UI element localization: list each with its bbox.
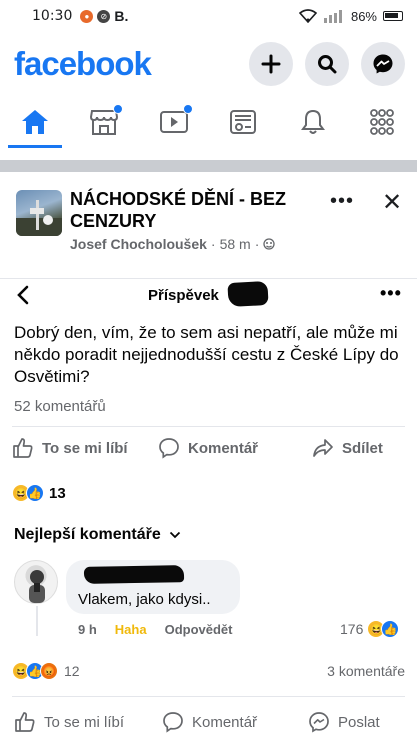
comment-reaction-count: 176 <box>340 621 364 637</box>
comment-label: Komentář <box>188 439 259 457</box>
feeds-icon <box>230 110 257 134</box>
post-meta: Josef Chocholoušek · 58 m · <box>70 236 276 252</box>
share-label: Sdílet <box>342 439 383 457</box>
post-reactions[interactable]: 😆 👍 13 <box>12 484 66 502</box>
feed-divider <box>0 160 417 172</box>
hide-post-close-icon[interactable]: ✕ <box>382 188 402 217</box>
messenger-icon <box>373 54 393 74</box>
grid-menu-icon <box>370 109 395 135</box>
post-options-icon[interactable]: ••• <box>330 190 354 213</box>
top-comments-label: Nejlepší komentáře <box>14 526 161 543</box>
comment-icon <box>163 712 183 733</box>
post-bar-more-icon[interactable]: ••• <box>380 283 402 304</box>
plus-icon <box>261 54 281 74</box>
messenger-button[interactable] <box>361 42 405 86</box>
privacy-group-icon <box>263 238 276 250</box>
blocked-icon: ⊘ <box>97 9 111 23</box>
tab-home[interactable] <box>0 96 70 148</box>
comment-meta: 9 h Haha Odpovědět <box>78 622 233 637</box>
wifi-icon <box>298 9 317 23</box>
create-button[interactable] <box>249 42 293 86</box>
battery-icon <box>383 11 403 21</box>
header-buttons <box>249 42 405 86</box>
meta-separator: · <box>210 236 216 252</box>
share-button[interactable]: Sdílet <box>312 437 383 459</box>
status-notification-icons: ● ⊘ B. <box>80 8 128 24</box>
divider <box>12 426 405 427</box>
post-text: Dobrý den, vím, že to sem asi nepatří, a… <box>14 323 399 386</box>
bottom-comment-label: Komentář <box>192 713 258 731</box>
app-notification-icon: ● <box>80 9 94 23</box>
tab-marketplace[interactable] <box>70 96 140 148</box>
group-photo-icon <box>16 200 62 236</box>
angry-reaction-icon: 😡 <box>40 662 58 680</box>
messenger-icon <box>309 712 329 733</box>
like-reaction-icon: 👍 <box>381 620 400 638</box>
post-actions: To se mi líbí Komentář Sdílet <box>0 430 417 466</box>
post-author[interactable]: Josef Chocholoušek <box>70 236 207 252</box>
tab-video[interactable] <box>139 96 209 148</box>
divider <box>12 696 405 697</box>
send-label: Poslat <box>338 713 380 731</box>
comment-text: Vlakem, jako kdysi.. <box>78 591 211 608</box>
post-navigation-bar: Příspěvek ••• <box>0 278 417 310</box>
comment-icon <box>159 438 179 459</box>
signal-icon <box>323 9 342 23</box>
status-right: 86% <box>298 8 403 24</box>
post-time[interactable]: 58 m <box>220 236 251 252</box>
like-button[interactable]: To se mi líbí <box>12 437 128 459</box>
bell-icon <box>300 109 325 134</box>
thread-line <box>36 606 38 636</box>
comment-haha-button[interactable]: Haha <box>115 622 147 637</box>
comment-sort-dropdown[interactable]: Nejlepší komentáře <box>14 526 181 544</box>
like-reaction-icon: 👍 <box>26 484 44 502</box>
comment-button[interactable]: Komentář <box>158 437 258 459</box>
marketplace-badge <box>113 104 123 114</box>
bottom-like-button[interactable]: To se mi líbí <box>14 711 124 733</box>
group-header: NÁCHODSKÉ DĚNÍ - BEZ CENZURY Josef Choch… <box>0 184 417 264</box>
send-button[interactable]: Poslat <box>308 711 380 733</box>
comment-time: 9 h <box>78 622 97 637</box>
meta-separator: · <box>254 236 260 252</box>
commenter-avatar[interactable] <box>14 560 58 604</box>
thumbs-up-icon <box>15 712 35 732</box>
home-icon <box>21 110 48 134</box>
redaction-mark <box>227 280 269 308</box>
group-avatar[interactable] <box>16 190 62 236</box>
facebook-logo[interactable]: facebook <box>14 45 152 83</box>
comment-count[interactable]: 52 komentářů <box>14 398 106 415</box>
replies-count[interactable]: 3 komentáře <box>327 663 405 679</box>
status-time: 10:30 <box>32 8 73 24</box>
tab-notifications[interactable] <box>278 96 348 148</box>
main-tab-bar <box>0 96 417 148</box>
comment-reactions[interactable]: 176 😆 👍 <box>340 620 400 638</box>
bottom-comment-button[interactable]: Komentář <box>162 711 257 733</box>
group-name[interactable]: NÁCHODSKÉ DĚNÍ - BEZ CENZURY <box>70 188 310 232</box>
bottom-post-actions: To se mi líbí Komentář Poslat <box>0 704 417 740</box>
comment-bubble[interactable]: Vlakem, jako kdysi.. <box>66 560 240 614</box>
back-icon[interactable] <box>16 284 30 306</box>
like-label: To se mi líbí <box>42 439 128 457</box>
comment-reply-button[interactable]: Odpovědět <box>165 622 233 637</box>
redacted-commenter-name <box>83 565 185 584</box>
share-icon <box>313 439 333 457</box>
reaction-count: 13 <box>49 484 66 502</box>
tab-feeds[interactable] <box>209 96 279 148</box>
post-bar-title: Příspěvek <box>148 287 219 304</box>
status-bar: 10:30 ● ⊘ B. 86% <box>0 0 417 32</box>
tab-menu[interactable] <box>348 96 417 148</box>
app-header: facebook <box>0 36 417 92</box>
person-photo-icon <box>29 570 45 603</box>
carrier-label: B. <box>114 8 129 24</box>
battery-percent: 86% <box>350 8 377 24</box>
comment-summary: 😆 👍 😡 12 3 komentáře <box>12 662 405 680</box>
thumbs-up-icon <box>13 438 33 458</box>
search-icon <box>318 55 337 74</box>
summary-reaction-count[interactable]: 12 <box>64 663 80 679</box>
search-button[interactable] <box>305 42 349 86</box>
video-badge <box>182 104 193 114</box>
chevron-down-icon <box>169 531 180 539</box>
bottom-like-label: To se mi líbí <box>44 713 125 731</box>
